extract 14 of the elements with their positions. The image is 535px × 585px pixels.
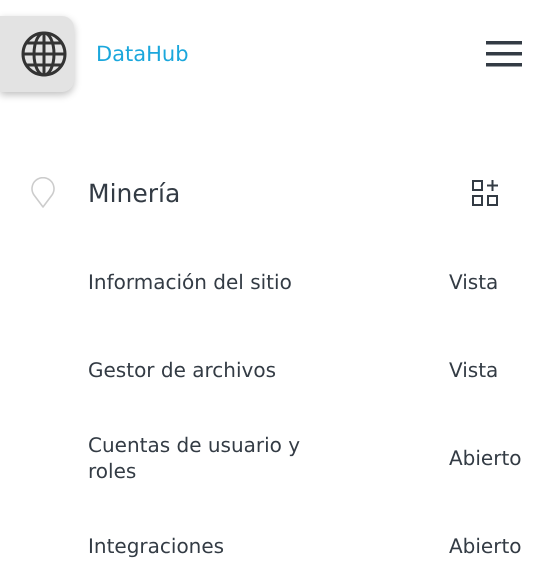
globe-button[interactable]	[0, 16, 74, 92]
access-level: Abierto	[449, 446, 522, 470]
menu-item[interactable]: Información del sitio	[88, 269, 338, 295]
menu-icon[interactable]	[486, 41, 522, 67]
globe-icon	[20, 30, 68, 78]
access-level: Vista	[449, 270, 498, 294]
location-pin-icon	[30, 177, 56, 209]
menu-item[interactable]: Gestor de archivos	[88, 357, 338, 383]
menu-item[interactable]: Cuentas de usuario y roles	[88, 432, 338, 484]
access-level: Vista	[449, 358, 498, 382]
add-widget-icon[interactable]	[472, 180, 498, 206]
menu-item[interactable]: Integraciones	[88, 533, 338, 559]
section-title: Minería	[88, 178, 182, 208]
access-level: Abierto	[449, 534, 522, 558]
